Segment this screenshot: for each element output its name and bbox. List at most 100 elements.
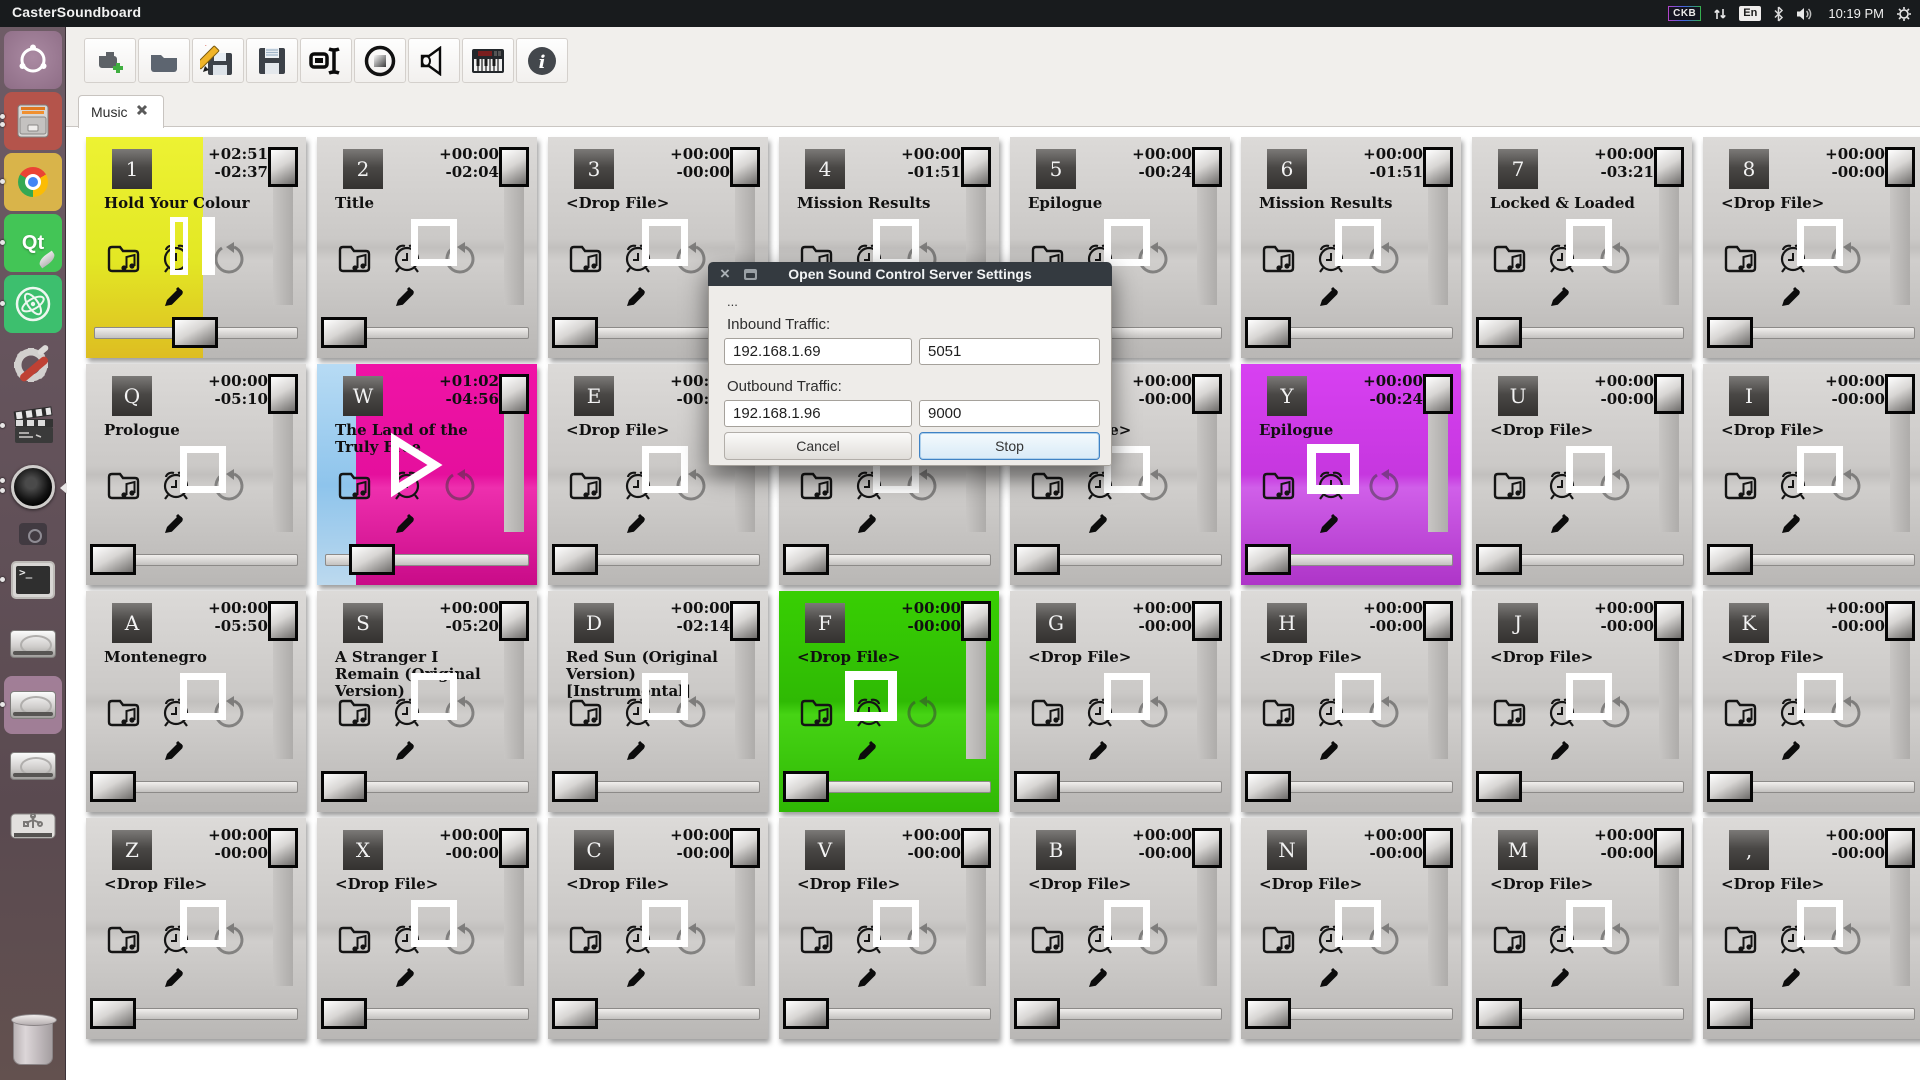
terminal-icon[interactable]: >_: [4, 551, 62, 609]
seek-slider-handle[interactable]: [90, 771, 136, 802]
volume-slider-handle[interactable]: [499, 601, 529, 641]
usb-drive-icon[interactable]: [4, 798, 62, 856]
sound-tile[interactable]: A +00:00 -05:50 Montenegro: [86, 591, 306, 812]
loop-icon[interactable]: [210, 241, 246, 282]
color-picker-icon[interactable]: [1317, 510, 1343, 541]
sound-tile[interactable]: W +01:02 -04:56 The Land of the Truly Fr…: [317, 364, 537, 585]
inbound-port-field[interactable]: [919, 338, 1100, 365]
volume-slider-handle[interactable]: [730, 828, 760, 868]
new-board-button[interactable]: [84, 38, 136, 83]
volume-slider-handle[interactable]: [1423, 374, 1453, 414]
ckb-indicator[interactable]: CKB: [1668, 6, 1701, 21]
volume-slider-handle[interactable]: [961, 601, 991, 641]
color-picker-icon[interactable]: [162, 964, 188, 995]
sound-tile[interactable]: S +00:00 -05:20 A Stranger I Remain (Ori…: [317, 591, 537, 812]
volume-slider-handle[interactable]: [1423, 147, 1453, 187]
seek-slider-handle[interactable]: [1707, 998, 1753, 1029]
loop-icon[interactable]: [441, 468, 477, 509]
volume-slider-handle[interactable]: [499, 147, 529, 187]
volume-slider-handle[interactable]: [268, 601, 298, 641]
video-editor-icon[interactable]: [4, 397, 62, 455]
sound-tile[interactable]: J +00:00 -00:00 <Drop File>: [1472, 591, 1692, 812]
open-file-icon[interactable]: [104, 241, 142, 282]
hard-drive-icon-3[interactable]: [4, 737, 62, 795]
color-picker-icon[interactable]: [393, 964, 419, 995]
sound-tile[interactable]: Z +00:00 -00:00 <Drop File>: [86, 818, 306, 1039]
seek-slider-handle[interactable]: [1245, 771, 1291, 802]
rename-board-button[interactable]: [300, 38, 352, 83]
outbound-port-field[interactable]: [919, 400, 1100, 427]
color-picker-icon[interactable]: [393, 283, 419, 314]
volume-slider-handle[interactable]: [268, 147, 298, 187]
open-file-icon[interactable]: [1028, 695, 1066, 736]
volume-slider-handle[interactable]: [1192, 601, 1222, 641]
color-picker-icon[interactable]: [1548, 510, 1574, 541]
hard-drive-icon-1[interactable]: [4, 615, 62, 673]
sound-tile[interactable]: N +00:00 -00:00 <Drop File>: [1241, 818, 1461, 1039]
save-board-button[interactable]: [246, 38, 298, 83]
trash-icon[interactable]: [4, 1012, 62, 1070]
seek-slider-handle[interactable]: [321, 771, 367, 802]
volume-slider-handle[interactable]: [499, 374, 529, 414]
color-picker-icon[interactable]: [1548, 283, 1574, 314]
seek-slider-handle[interactable]: [1707, 544, 1753, 575]
volume-slider-handle[interactable]: [1654, 374, 1684, 414]
sound-tile[interactable]: H +00:00 -00:00 <Drop File>: [1241, 591, 1461, 812]
seek-slider-handle[interactable]: [349, 544, 395, 575]
open-file-icon[interactable]: [335, 241, 373, 282]
seek-slider-handle[interactable]: [1707, 317, 1753, 348]
hard-drive-icon-2[interactable]: [4, 676, 62, 734]
sound-tile[interactable]: I +00:00 -00:00 <Drop File>: [1703, 364, 1920, 585]
session-gear-icon[interactable]: [1896, 6, 1912, 22]
sound-tile[interactable]: 7 +00:00 -03:21 Locked & Loaded: [1472, 137, 1692, 358]
midi-keyboard-button[interactable]: [462, 38, 514, 83]
seek-slider-handle[interactable]: [321, 317, 367, 348]
sound-tile[interactable]: G +00:00 -00:00 <Drop File>: [1010, 591, 1230, 812]
save-board-as-button[interactable]: [192, 38, 244, 83]
sound-tile[interactable]: U +00:00 -00:00 <Drop File>: [1472, 364, 1692, 585]
open-file-icon[interactable]: [566, 241, 604, 282]
volume-slider-handle[interactable]: [268, 828, 298, 868]
open-file-icon[interactable]: [1490, 922, 1528, 963]
atom-editor-icon[interactable]: [4, 275, 62, 333]
seek-slider-handle[interactable]: [783, 544, 829, 575]
soundboard-speaker-icon[interactable]: [4, 458, 62, 516]
seek-slider-handle[interactable]: [1245, 544, 1291, 575]
volume-slider-handle[interactable]: [730, 601, 760, 641]
qt-creator-icon[interactable]: Qt: [4, 214, 62, 272]
open-file-icon[interactable]: [797, 922, 835, 963]
seek-slider-handle[interactable]: [1476, 317, 1522, 348]
clock[interactable]: 10:19 PM: [1828, 6, 1884, 21]
tab-close-icon[interactable]: [136, 103, 148, 121]
open-file-icon[interactable]: [1490, 241, 1528, 282]
color-picker-icon[interactable]: [1317, 283, 1343, 314]
open-file-icon[interactable]: [104, 468, 142, 509]
volume-slider-handle[interactable]: [1885, 601, 1915, 641]
color-picker-icon[interactable]: [162, 510, 188, 541]
volume-slider-handle[interactable]: [1654, 828, 1684, 868]
loop-icon[interactable]: [903, 695, 939, 736]
sound-tile[interactable]: K +00:00 -00:00 <Drop File>: [1703, 591, 1920, 812]
camera-icon[interactable]: [4, 519, 62, 549]
open-file-icon[interactable]: [335, 695, 373, 736]
open-file-icon[interactable]: [1259, 241, 1297, 282]
about-info-button[interactable]: i: [516, 38, 568, 83]
volume-slider-handle[interactable]: [1192, 828, 1222, 868]
open-file-icon[interactable]: [797, 695, 835, 736]
outbound-ip-field[interactable]: [724, 400, 912, 427]
cancel-button[interactable]: Cancel: [724, 432, 912, 460]
updown-arrows-icon[interactable]: [1713, 7, 1727, 21]
open-file-icon[interactable]: [1259, 468, 1297, 509]
seek-slider-handle[interactable]: [1014, 544, 1060, 575]
color-picker-icon[interactable]: [624, 964, 650, 995]
toggle-audio-button[interactable]: [408, 38, 460, 83]
seek-slider-handle[interactable]: [1014, 998, 1060, 1029]
open-file-icon[interactable]: [335, 468, 373, 509]
color-picker-icon[interactable]: [162, 737, 188, 768]
seek-slider-handle[interactable]: [1476, 544, 1522, 575]
dialog-close-icon[interactable]: ×: [720, 264, 730, 284]
open-file-icon[interactable]: [1721, 468, 1759, 509]
sound-tile[interactable]: Y +00:00 -00:24 Epilogue: [1241, 364, 1461, 585]
color-picker-icon[interactable]: [1779, 510, 1805, 541]
seek-slider-handle[interactable]: [552, 544, 598, 575]
